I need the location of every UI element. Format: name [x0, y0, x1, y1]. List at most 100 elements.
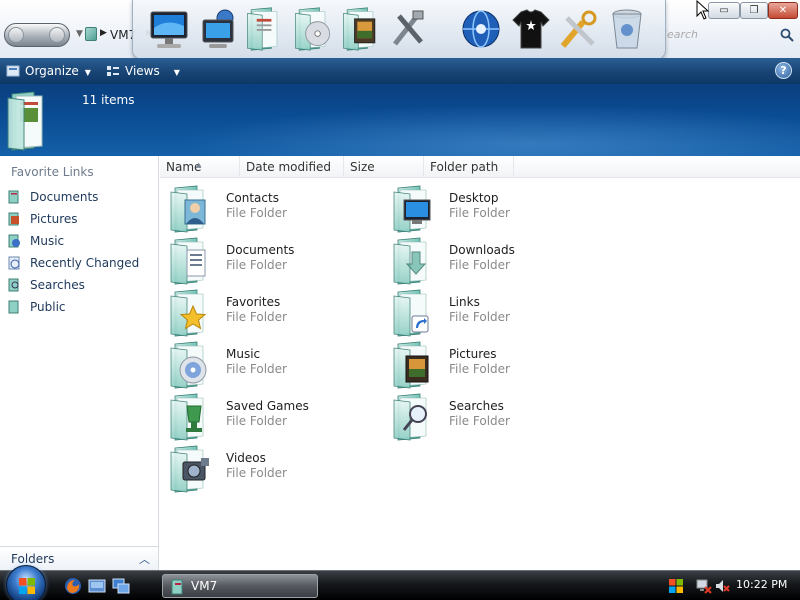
folder-type: File Folder: [449, 362, 510, 376]
favorite-link-searches[interactable]: Searches: [0, 276, 158, 298]
column-header-folder-path[interactable]: Folder path: [424, 156, 514, 178]
contacts-folder-icon: [167, 184, 206, 234]
network-monitor-icon[interactable]: [199, 6, 243, 52]
folder-pictures[interactable]: Pictures File Folder: [390, 340, 600, 390]
documents-folder-large-icon: [7, 91, 43, 151]
recent-pages-dropdown-icon[interactable]: ▼: [76, 29, 83, 39]
tools-icon[interactable]: [387, 6, 431, 52]
organize-label: Organize: [25, 64, 79, 78]
views-icon: [107, 66, 119, 76]
network-disconnected-icon[interactable]: [696, 578, 712, 594]
back-button[interactable]: [8, 27, 24, 43]
search-icon[interactable]: [779, 27, 795, 43]
documents-folder-icon: [167, 236, 206, 286]
pictures-folder-icon: [390, 340, 429, 390]
sort-ascending-icon: ▲: [196, 161, 202, 169]
views-dropdown-icon: ▼: [173, 68, 180, 77]
switch-windows-icon[interactable]: [112, 577, 130, 595]
favorite-link-pictures[interactable]: Pictures: [0, 210, 158, 232]
start-button[interactable]: [6, 565, 46, 600]
folder-type: File Folder: [226, 258, 287, 272]
folder-name: Searches: [449, 399, 504, 413]
settings-tools-icon[interactable]: [557, 6, 601, 52]
folder-type: File Folder: [449, 310, 510, 324]
folder-music[interactable]: Music File Folder: [167, 340, 377, 390]
computer-icon[interactable]: [147, 6, 191, 52]
documents-icon[interactable]: [243, 6, 287, 52]
pictures-icon: [8, 212, 19, 226]
internet-globe-icon[interactable]: [459, 6, 503, 52]
items-count: 11 items: [82, 93, 135, 107]
column-headers: ▲ Name Date modified Size Folder path: [160, 156, 800, 178]
command-bar: Organize ▼ Views ▼ ?: [0, 58, 800, 84]
favorite-link-label: Documents: [30, 190, 99, 204]
folder-name: Downloads: [449, 243, 515, 257]
folders-label: Folders: [11, 552, 55, 566]
windows-logo-icon: [19, 578, 35, 594]
file-list: ▲ Name Date modified Size Folder path Co…: [160, 156, 800, 570]
column-header-size[interactable]: Size: [344, 156, 424, 178]
recently-changed-icon: [8, 256, 20, 270]
folder-name: Documents: [226, 243, 295, 257]
searches-icon: [8, 278, 19, 292]
close-button[interactable]: ✕: [768, 2, 798, 19]
navigation-pane: Favorite Links Documents Pictures Music …: [0, 156, 159, 570]
recycle-bin-icon[interactable]: [605, 6, 649, 52]
views-button[interactable]: Views ▼: [106, 62, 180, 80]
chevron-up-icon: ︿: [139, 553, 150, 566]
taskbar: VM7 10:22 PM: [0, 565, 800, 600]
documents-icon: [8, 190, 19, 204]
breadcrumb-separator-icon[interactable]: ▶: [100, 28, 107, 38]
music-folder-icon: [167, 340, 207, 390]
favorite-link-music[interactable]: Music: [0, 232, 158, 254]
show-desktop-icon[interactable]: [88, 577, 106, 595]
searches-folder-icon: [390, 392, 427, 442]
folder-downloads[interactable]: Downloads File Folder: [390, 236, 600, 286]
volume-muted-icon[interactable]: [714, 578, 730, 594]
public-icon: [8, 300, 19, 314]
clock[interactable]: 10:22 PM: [736, 578, 787, 591]
tshirt-icon[interactable]: [509, 6, 553, 52]
folder-saved-games[interactable]: Saved Games File Folder: [167, 392, 377, 442]
folder-type: File Folder: [449, 414, 510, 428]
taskbar-button-label: VM7: [191, 579, 218, 593]
folder-name: Contacts: [226, 191, 279, 205]
folder-name: Music: [226, 347, 261, 361]
forward-button[interactable]: [49, 27, 65, 43]
videos-folder-icon: [167, 444, 209, 494]
minimize-button[interactable]: ▭: [708, 2, 740, 19]
organize-button[interactable]: Organize ▼: [6, 62, 91, 80]
help-icon[interactable]: ?: [775, 62, 792, 79]
organize-icon: [6, 65, 20, 77]
column-header-label: Date modified: [246, 160, 332, 174]
details-header: 11 items: [0, 84, 800, 156]
firefox-icon[interactable]: [64, 577, 82, 595]
favorite-links-list: Documents Pictures Music Recently Change…: [0, 188, 158, 320]
favorite-link-label: Public: [30, 300, 66, 314]
folder-searches[interactable]: Searches File Folder: [390, 392, 600, 442]
folder-documents[interactable]: Documents File Folder: [167, 236, 377, 286]
folder-videos[interactable]: Videos File Folder: [167, 444, 377, 494]
folder-type: File Folder: [226, 466, 287, 480]
taskbar-button-vm7[interactable]: VM7: [162, 574, 318, 598]
column-header-label: Folder path: [430, 160, 499, 174]
folder-desktop[interactable]: Desktop File Folder: [390, 184, 600, 234]
folder-links[interactable]: Links File Folder: [390, 288, 600, 338]
column-header-date-modified[interactable]: Date modified: [240, 156, 344, 178]
column-header-name[interactable]: ▲ Name: [160, 156, 240, 178]
folder-name: Favorites: [226, 295, 281, 309]
favorite-link-public[interactable]: Public: [0, 298, 158, 320]
maximize-button[interactable]: ❐: [740, 2, 768, 19]
folder-favorites[interactable]: Favorites File Folder: [167, 288, 377, 338]
folder-contacts[interactable]: Contacts File Folder: [167, 184, 377, 234]
favorite-link-recently-changed[interactable]: Recently Changed: [0, 254, 158, 276]
windows-flag-tray-icon[interactable]: [668, 578, 684, 594]
favorite-link-documents[interactable]: Documents: [0, 188, 158, 210]
folder-icon: [171, 579, 183, 595]
favorites-folder-icon: [167, 288, 207, 338]
folder-name: Desktop: [449, 191, 499, 205]
address-folder-icon: [85, 27, 97, 41]
music-cd-icon[interactable]: [291, 6, 335, 52]
pictures-icon[interactable]: [339, 6, 383, 52]
favorite-link-label: Pictures: [30, 212, 78, 226]
